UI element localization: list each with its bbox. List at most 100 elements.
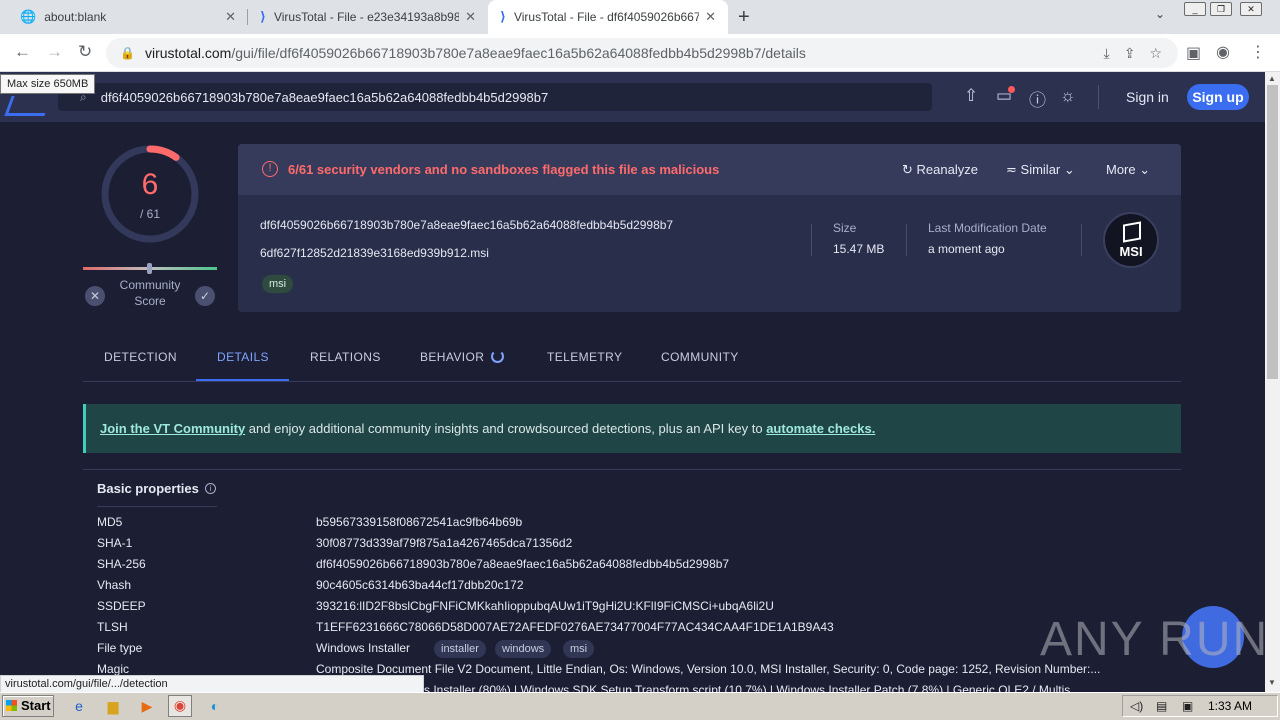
minimize-icon[interactable]: _ [1184, 2, 1206, 16]
tab-telemetry[interactable]: TELEMETRY [547, 350, 622, 364]
similar-button[interactable]: ≂ Similar ⌄ [1006, 162, 1075, 178]
tab-details[interactable]: DETAILS [217, 350, 269, 364]
close-icon[interactable]: ✕ [465, 9, 476, 25]
file-type-tag[interactable]: installer [434, 640, 486, 658]
chevron-down-icon: ⌄ [1139, 162, 1151, 177]
network-icon[interactable]: ▤ [1156, 699, 1167, 713]
install-app-icon[interactable]: ⤓ [1104, 45, 1110, 62]
join-community-link[interactable]: Join the VT Community [100, 421, 245, 436]
explorer-folder-icon[interactable]: ▆ [104, 697, 122, 715]
reload-icon[interactable]: ↻ [78, 42, 92, 62]
community-score-knob [147, 263, 152, 274]
system-tray [1122, 695, 1278, 717]
section-divider [83, 469, 1181, 470]
back-icon[interactable]: ← [14, 42, 31, 62]
tab-community[interactable]: COMMUNITY [661, 350, 739, 364]
upload-tooltip: Max size 650MB [0, 74, 96, 94]
prop-key-vhash: Vhash [97, 578, 132, 592]
tab-behavior[interactable]: BEHAVIOR [420, 350, 484, 364]
package-icon [1123, 221, 1141, 243]
refresh-icon: ↻ [902, 162, 913, 177]
media-player-icon[interactable]: ▶ [138, 697, 156, 715]
detection-total: / 61 [139, 207, 160, 221]
browser-tab-blank[interactable]: 🌐 about:blank ✕ [8, 0, 248, 34]
tab-title: about:blank [44, 10, 107, 24]
prop-value-magic: Composite Document File V2 Document, Lit… [316, 662, 1101, 676]
sidepanel-icon[interactable]: ▣ [1186, 43, 1201, 63]
tabs-divider [83, 381, 1181, 382]
prop-value-tlsh: T1EFF6231666C78066D58D007AE72AFEDF0276AE… [316, 620, 834, 634]
info-icon[interactable]: i [205, 483, 216, 494]
browser-tab-virustotal-2[interactable]: ⟩ VirusTotal - File - df6f4059026b6671 ✕ [488, 0, 728, 34]
reanalyze-button[interactable]: ↻ Reanalyze [902, 162, 978, 178]
tab-title: VirusTotal - File - df6f4059026b6671 [513, 10, 700, 24]
tab-relations[interactable]: RELATIONS [310, 350, 381, 364]
detection-count: 6 [141, 168, 159, 201]
lock-icon: 🔒 [120, 46, 135, 60]
prop-key-ssdeep: SSDEEP [97, 599, 146, 613]
file-hash: df6f4059026b66718903b780e7a8eae9faec16a5… [260, 218, 674, 232]
profile-avatar-icon[interactable]: ◉ [1216, 42, 1230, 62]
scroll-up-icon[interactable]: ▲ [1268, 74, 1276, 83]
globe-icon: 🌐 [20, 9, 37, 24]
more-button[interactable]: More ⌄ [1106, 162, 1150, 178]
file-tag[interactable]: msi [262, 275, 294, 293]
new-tab-icon[interactable]: + [738, 6, 750, 29]
upload-icon[interactable]: ⇧ [964, 86, 978, 106]
alert-icon: ! [262, 161, 278, 177]
prop-value-file-type: Windows Installer [316, 641, 411, 655]
browser-tab-virustotal-1[interactable]: ⟩ VirusTotal - File - e23e34193a8b988 ✕ [248, 0, 488, 34]
prop-key-sha256: SHA-256 [97, 557, 146, 571]
taskbar-clock: 1:33 AM [1208, 699, 1253, 713]
help-icon[interactable]: ⓘ [1029, 86, 1046, 111]
volume-icon[interactable]: ◁) [1130, 699, 1143, 713]
search-value: df6f4059026b66718903b780e7a8eae9faec16a5… [100, 89, 549, 105]
window-close-icon[interactable]: ✕ [1240, 2, 1262, 16]
restore-icon[interactable]: ❐ [1210, 2, 1232, 16]
menu-kebab-icon[interactable]: ⋮ [1250, 42, 1266, 62]
section-title-underline [97, 506, 217, 507]
status-link: virustotal.com/gui/file/.../detection [0, 675, 424, 693]
chrome-icon[interactable]: ◉ [168, 695, 192, 717]
ie-icon[interactable]: e [70, 697, 88, 715]
forward-icon[interactable]: → [46, 42, 63, 62]
automate-checks-link[interactable]: automate checks. [766, 421, 875, 436]
meta-divider [906, 224, 907, 256]
detection-alert-text: 6/61 security vendors and no sandboxes f… [288, 162, 720, 177]
share-icon[interactable]: ⇪ [1124, 45, 1136, 62]
chevron-down-icon: ⌄ [1063, 162, 1075, 177]
signup-button[interactable]: Sign up [1187, 84, 1249, 110]
bookmark-star-icon[interactable]: ☆ [1149, 45, 1162, 62]
prop-key-sha1: SHA-1 [97, 536, 133, 550]
prop-key-md5: MD5 [97, 515, 123, 529]
vote-harmless-icon[interactable]: ✓ [195, 286, 215, 306]
size-label: Size [833, 221, 857, 235]
close-icon[interactable]: ✕ [705, 9, 716, 25]
edge-icon[interactable]: ◐ [206, 697, 224, 715]
scrollbar-thumb[interactable] [1267, 85, 1278, 379]
basic-properties-title: Basic properties [97, 481, 199, 496]
file-name: 6df627f12852d21839e3168ed939b912.msi [260, 246, 489, 260]
search-input[interactable]: ⌕ df6f4059026b66718903b780e7a8eae9faec16… [58, 83, 932, 111]
virustotal-logo-icon[interactable] [4, 96, 52, 116]
signin-link[interactable]: Sign in [1126, 89, 1169, 105]
msi-file-type-icon: MSI [1103, 212, 1159, 268]
file-type-tag[interactable]: windows [495, 640, 552, 658]
theme-sun-icon[interactable]: ☼ [1060, 86, 1076, 106]
security-icon[interactable]: ▣ [1182, 699, 1193, 713]
file-type-tag[interactable]: msi [563, 640, 595, 658]
url-text: virustotal.com/gui/file/df6f4059026b6671… [144, 45, 806, 61]
header-divider [1098, 85, 1099, 109]
address-bar[interactable]: 🔒 virustotal.com/gui/file/df6f4059026b66… [106, 38, 1178, 68]
tab-search-chevron-icon[interactable]: ⌄ [1155, 7, 1165, 21]
prop-value-sha256: df6f4059026b66718903b780e7a8eae9faec16a5… [316, 557, 730, 571]
virustotal-icon: ⟩ [500, 9, 506, 24]
tab-detection[interactable]: DETECTION [104, 350, 177, 364]
scroll-down-icon[interactable]: ▼ [1268, 678, 1276, 687]
vote-malicious-icon[interactable]: ✕ [85, 286, 105, 306]
loading-spinner-icon [491, 350, 504, 363]
community-banner-text: Join the VT Community and enjoy addition… [100, 421, 876, 436]
similar-icon: ≂ [1006, 162, 1017, 177]
close-icon[interactable]: ✕ [225, 9, 236, 25]
size-value: 15.47 MB [833, 242, 885, 256]
